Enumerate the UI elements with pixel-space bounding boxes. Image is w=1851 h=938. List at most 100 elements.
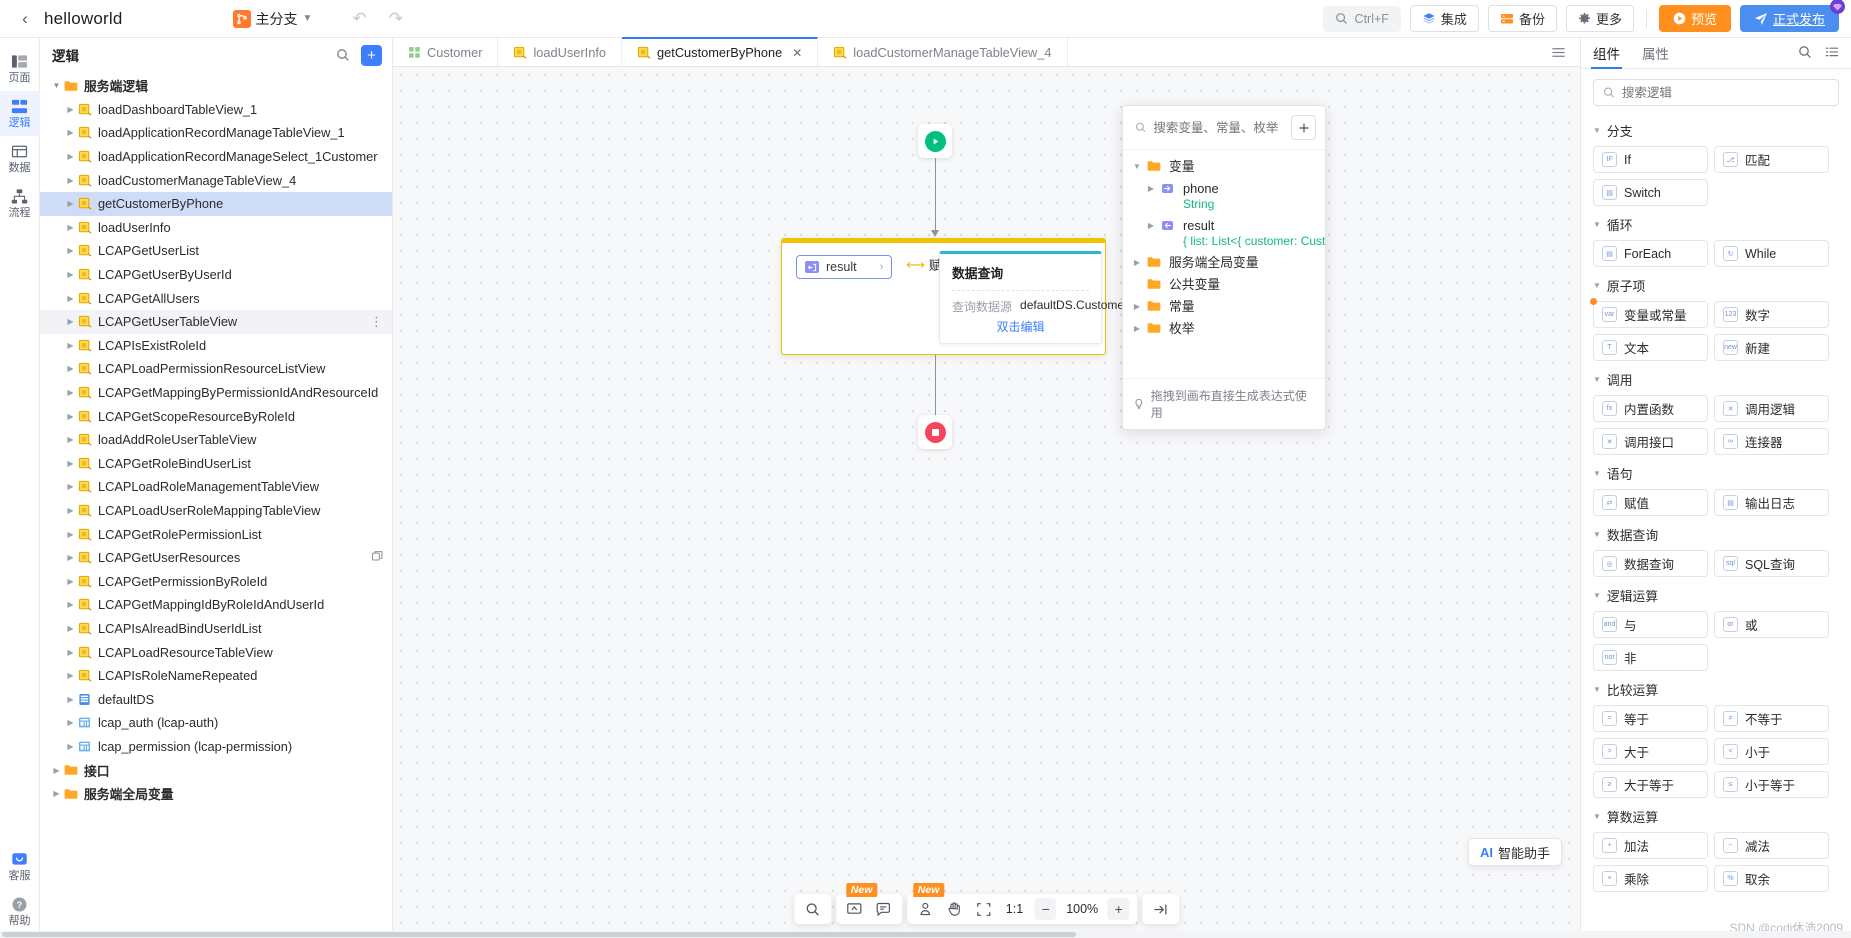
chevron-right-icon[interactable]: ▶ [64, 364, 77, 373]
chevron-right-icon[interactable]: ▶ [64, 695, 77, 704]
component-group-header[interactable]: ▼ 逻辑运算 [1593, 586, 1839, 605]
tree-item-getcustomerbyphone[interactable]: ▶ getCustomerByPhone [40, 191, 392, 216]
tree-item-[interactable]: ▼ 服务端逻辑 [40, 74, 392, 98]
component-txt[interactable]: T 文本 [1593, 334, 1708, 361]
tree-item-lcapgetscoperesourcebyroleid[interactable]: ▶ LCAPGetScopeResourceByRoleId [40, 404, 392, 428]
tab-loaduserinfo[interactable]: loadUserInfo [498, 38, 623, 66]
tree-item-lcapgetuserresources[interactable]: ▶ LCAPGetUserResources [40, 546, 392, 570]
tab-components[interactable]: 组件 [1591, 38, 1622, 69]
variable-item[interactable]: 公共变量 [1123, 274, 1325, 296]
horizontal-scrollbar[interactable] [0, 931, 1851, 938]
rail-item-data[interactable]: 数据 [0, 136, 40, 181]
chevron-right-icon[interactable]: ▶ [64, 459, 77, 468]
tree-item-lcap_authlcapauth[interactable]: ▶ lcap_auth (lcap-auth) [40, 711, 392, 735]
tree-item-lcapgetuserbyuserid[interactable]: ▶ LCAPGetUserByUserId [40, 263, 392, 287]
component-foreach[interactable]: ▤ ForEach [1593, 240, 1708, 267]
close-icon[interactable]: ✕ [792, 46, 802, 60]
tree-item-loadaddroleusertableview[interactable]: ▶ loadAddRoleUserTableView [40, 428, 392, 452]
tabs-overflow-button[interactable] [1537, 38, 1580, 66]
tree-item-lcapgetmappingbypermissionidandresourceid[interactable]: ▶ LCAPGetMappingByPermissionIdAndResource… [40, 381, 392, 405]
component-group-header[interactable]: ▼ 算数运算 [1593, 807, 1839, 826]
component-gt[interactable]: > 大于 [1593, 738, 1708, 765]
chevron-right-icon[interactable]: ▶ [64, 530, 77, 539]
component-match[interactable]: ⎇ 匹配 [1714, 146, 1829, 173]
flow-end-node[interactable] [918, 415, 952, 449]
tree-item-lcaploadrolemanagementtableview[interactable]: ▶ LCAPLoadRoleManagementTableView [40, 475, 392, 499]
scrollbar-thumb[interactable] [2, 932, 1076, 937]
component-groups[interactable]: ▼ 分支 IF If ⎇ 匹配 ▤ Switch ▼ 循环 ▤ ForEach ↻ While ▼ 原子项 va… [1581, 110, 1851, 938]
component-while[interactable]: ↻ While [1714, 240, 1829, 267]
chevron-down-icon[interactable]: ▼ [1129, 159, 1145, 171]
chevron-right-icon[interactable]: ▶ [64, 128, 77, 137]
global-search-button[interactable]: Ctrl+F [1322, 5, 1401, 32]
component-assign[interactable]: ⇄ 赋值 [1593, 489, 1708, 516]
tree-list[interactable]: ▼ 服务端逻辑 ▶ loadDashboardTableView_1 ▶ loadAppl… [40, 72, 392, 938]
chevron-right-icon[interactable]: ▶ [50, 789, 63, 798]
tree-search-button[interactable] [334, 46, 352, 64]
fit-screen-button[interactable] [969, 895, 998, 924]
chevron-right-icon[interactable]: ▶ [64, 577, 77, 586]
chevron-right-icon[interactable]: ▶ [64, 199, 77, 208]
rail-item-page[interactable]: 页面 [0, 46, 40, 91]
component-conn[interactable]: ∞ 连接器 [1714, 428, 1829, 455]
component-logic[interactable]: ✕ 调用逻辑 [1714, 395, 1829, 422]
tree-item-loaddashboardtableview_1[interactable]: ▶ loadDashboardTableView_1 [40, 98, 392, 122]
chevron-right-icon[interactable] [1129, 277, 1145, 280]
variables-search-box[interactable] [1135, 120, 1283, 135]
rail-item-support[interactable]: 客服 [0, 844, 40, 889]
component-mod[interactable]: % 取余 [1714, 865, 1829, 892]
component-group-header[interactable]: ▼ 分支 [1593, 121, 1839, 140]
tree-item-lcapgetmappingidbyroleidanduserid[interactable]: ▶ LCAPGetMappingIdByRoleIdAndUserId [40, 593, 392, 617]
component-fx[interactable]: fx 内置函数 [1593, 395, 1708, 422]
tree-item-lcaploadresourcetableview[interactable]: ▶ LCAPLoadResourceTableView [40, 640, 392, 664]
component-ge[interactable]: ≥ 大于等于 [1593, 771, 1708, 798]
rail-item-flow[interactable]: 流程 [0, 181, 40, 226]
tree-item-lcapgetrolepermissionlist[interactable]: ▶ LCAPGetRolePermissionList [40, 522, 392, 546]
component-search-box[interactable] [1593, 79, 1839, 106]
tree-item-lcapgetallusers[interactable]: ▶ LCAPGetAllUsers [40, 286, 392, 310]
tree-item-[interactable]: ▶ 服务端全局变量 [40, 782, 392, 806]
chevron-right-icon[interactable]: ▶ [64, 435, 77, 444]
tree-item-loaduserinfo[interactable]: ▶ loadUserInfo [40, 216, 392, 240]
branch-selector[interactable]: 主分支 ▼ [232, 9, 312, 29]
component-mul[interactable]: × 乘除 [1593, 865, 1708, 892]
tree-item-defaultds[interactable]: ▶ defaultDS [40, 687, 392, 711]
chevron-right-icon[interactable]: ▶ [64, 742, 77, 751]
chevron-right-icon[interactable]: ▶ [1143, 218, 1159, 230]
chevron-right-icon[interactable]: ▶ [64, 341, 77, 350]
chevron-right-icon[interactable]: ▶ [64, 246, 77, 255]
copy-icon[interactable] [371, 550, 384, 566]
component-or[interactable]: or 或 [1714, 611, 1829, 638]
more-button[interactable]: 更多 [1565, 5, 1634, 32]
component-group-header[interactable]: ▼ 数据查询 [1593, 525, 1839, 544]
zoom-out-button[interactable]: − [1031, 895, 1060, 924]
variables-tree[interactable]: ▼ 变量 ▶ phone String ▶ result{ list: List<{ cus… [1123, 150, 1325, 378]
variables-popup[interactable]: ▼ 变量 ▶ phoneString ▶ result{ list: List<{ cus… [1122, 105, 1326, 430]
chevron-right-icon[interactable]: ▶ [64, 223, 77, 232]
component-group-header[interactable]: ▼ 语句 [1593, 464, 1839, 483]
publish-button[interactable]: 正式发布 [1739, 0, 1845, 32]
component-123[interactable]: 123 数字 [1714, 301, 1829, 328]
component-switch[interactable]: ▤ Switch [1593, 179, 1708, 206]
tree-item-lcapisexistroleid[interactable]: ▶ LCAPIsExistRoleId [40, 334, 392, 358]
zoom-in-button[interactable]: + [1104, 895, 1133, 924]
tree-item-more-icon[interactable]: ⋮ [370, 314, 384, 330]
component-group-header[interactable]: ▼ 调用 [1593, 370, 1839, 389]
tab-customer[interactable]: Customer [393, 38, 499, 66]
tree-item-lcapisrolenamerepeated[interactable]: ▶ LCAPIsRoleNameRepeated [40, 664, 392, 688]
chevron-right-icon[interactable]: ▶ [64, 482, 77, 491]
component-sub[interactable]: − 减法 [1714, 832, 1829, 859]
undo-icon[interactable]: ↶ [352, 9, 366, 29]
tree-item-loadapplicationrecordmanageselect_1customer[interactable]: ▶ loadApplicationRecordManageSelect_1Cust… [40, 145, 392, 169]
chevron-right-icon[interactable]: ▶ [64, 671, 77, 680]
tree-item-lcapgetpermissionbyroleid[interactable]: ▶ LCAPGetPermissionByRoleId [40, 569, 392, 593]
component-group-header[interactable]: ▼ 循环 [1593, 215, 1839, 234]
chevron-right-icon[interactable]: ▶ [64, 506, 77, 515]
tree-item-[interactable]: ▶ 接口 [40, 758, 392, 782]
flow-start-node[interactable] [918, 124, 952, 158]
rail-item-logic[interactable]: 逻辑 [0, 91, 40, 136]
chevron-right-icon[interactable]: ▶ [50, 766, 63, 775]
presence-button[interactable] [911, 895, 940, 924]
variable-item[interactable]: ▶ 枚举 [1123, 318, 1325, 340]
component-group-header[interactable]: ▼ 原子项 [1593, 276, 1839, 295]
